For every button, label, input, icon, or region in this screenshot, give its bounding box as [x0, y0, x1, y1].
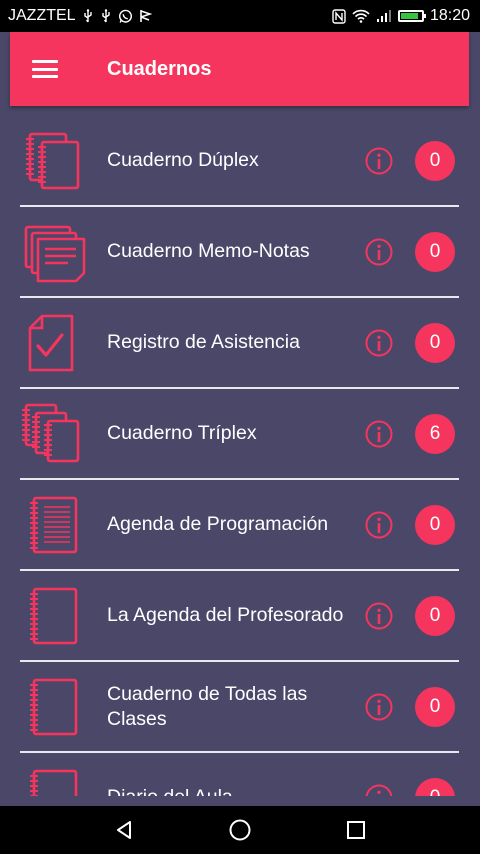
- info-button[interactable]: [364, 237, 394, 267]
- notebook-row[interactable]: La Agenda del Profesorado 0: [20, 571, 459, 662]
- notebook-row[interactable]: Cuaderno Dúplex 0: [20, 116, 459, 207]
- notebook-name: Cuaderno Tríplex: [107, 422, 257, 444]
- notebook-name: Diario del Aula: [107, 753, 357, 796]
- signal-icon: [376, 9, 392, 23]
- notebook-row[interactable]: Cuaderno Memo-Notas 0: [20, 207, 459, 298]
- info-icon: [365, 784, 393, 796]
- navigation-bar: [0, 806, 480, 854]
- notebook-row[interactable]: Diario del Aula 0: [20, 753, 459, 796]
- usb-icon: [100, 9, 112, 23]
- info-button[interactable]: [364, 783, 394, 796]
- notebook-row[interactable]: Cuaderno Tríplex 6: [20, 389, 459, 480]
- status-bar-left: JAZZTEL: [8, 7, 152, 25]
- count-badge: 0: [415, 232, 455, 272]
- home-icon: [229, 819, 251, 841]
- usb-icon: [82, 9, 94, 23]
- notebook-row[interactable]: Registro de Asistencia 0: [20, 298, 459, 389]
- spiral-notebook-icon: [30, 587, 78, 645]
- battery-icon: [397, 10, 426, 22]
- count-badge: 0: [415, 323, 455, 363]
- info-icon: [365, 511, 393, 539]
- recents-icon: [347, 821, 365, 839]
- count-badge: 6: [415, 414, 455, 454]
- count-badge: 0: [415, 596, 455, 636]
- carrier-name: JAZZTEL: [8, 7, 76, 24]
- count-badge: 0: [415, 687, 455, 727]
- clock: 18:20: [429, 7, 470, 24]
- memo-notes-icon: [24, 225, 86, 283]
- info-button[interactable]: [364, 601, 394, 631]
- whatsapp-icon: [118, 9, 133, 24]
- info-icon: [365, 693, 393, 721]
- notebook-row[interactable]: Agenda de Programación 0: [20, 480, 459, 571]
- hamburger-menu-icon: [32, 60, 58, 78]
- notebook-name: Agenda de Programación: [107, 513, 329, 535]
- info-icon: [365, 420, 393, 448]
- back-button[interactable]: [110, 816, 138, 844]
- page-title: Cuadernos: [107, 57, 212, 80]
- notebook-name: Cuaderno Memo-Notas: [107, 240, 310, 262]
- notebook-list: Cuaderno Dúplex 0 Cuaderno Memo-Notas 0 Regi…: [20, 116, 459, 796]
- spiral-notebook-icon: [30, 769, 78, 796]
- attendance-check-icon: [28, 314, 74, 372]
- info-button[interactable]: [364, 328, 394, 358]
- notebook-name: La Agenda del Profesorado: [107, 604, 344, 626]
- count-badge: 0: [415, 505, 455, 545]
- home-button[interactable]: [226, 816, 254, 844]
- back-icon: [117, 821, 131, 839]
- info-button[interactable]: [364, 692, 394, 722]
- count-badge: 0: [415, 778, 455, 796]
- hamburger-menu-button[interactable]: [10, 32, 84, 106]
- status-bar: JAZZTEL 18:20: [0, 0, 480, 32]
- wifi-icon: [352, 9, 370, 23]
- app-bar: Cuadernos: [10, 32, 469, 106]
- status-bar-right: 18:20: [332, 7, 470, 25]
- info-icon: [365, 329, 393, 357]
- triplex-notebook-icon: [22, 403, 80, 463]
- info-icon: [365, 238, 393, 266]
- notebook-name: Registro de Asistencia: [107, 331, 300, 353]
- recents-button[interactable]: [342, 816, 370, 844]
- notebook-name: Cuaderno de Todas las Clases: [107, 682, 308, 730]
- duplex-notebook-icon: [26, 132, 80, 190]
- info-button[interactable]: [364, 146, 394, 176]
- notebook-row[interactable]: Cuaderno de Todas las Clases 0: [20, 662, 459, 753]
- info-button[interactable]: [364, 510, 394, 540]
- nfc-icon: [332, 8, 346, 24]
- flag-icon: [139, 9, 152, 23]
- count-badge: 0: [415, 141, 455, 181]
- info-icon: [365, 602, 393, 630]
- info-icon: [365, 147, 393, 175]
- info-button[interactable]: [364, 419, 394, 449]
- spiral-notebook-icon: [30, 678, 78, 736]
- planner-icon: [30, 496, 78, 554]
- notebook-name: Cuaderno Dúplex: [107, 149, 259, 171]
